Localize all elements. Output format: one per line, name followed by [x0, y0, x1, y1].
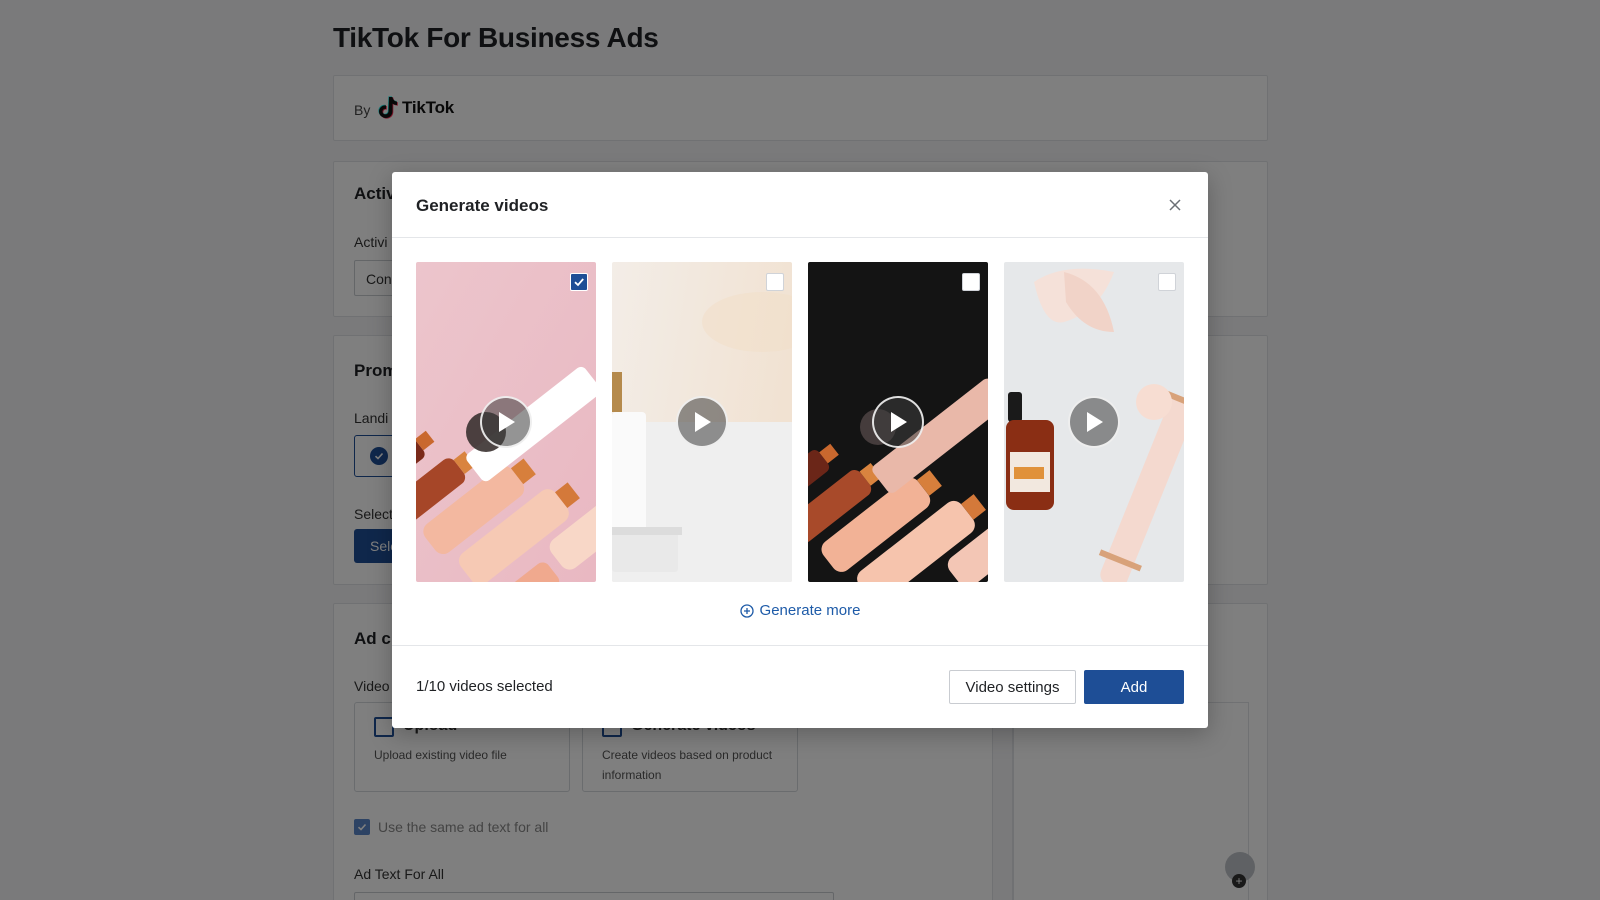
generate-more-link[interactable]: Generate more — [392, 602, 1208, 619]
generate-more-label: Generate more — [759, 602, 861, 619]
video-checkbox[interactable] — [766, 273, 784, 291]
video-card[interactable] — [808, 262, 988, 582]
modal-title: Generate videos — [416, 196, 549, 215]
video-checkbox[interactable] — [1158, 273, 1176, 291]
check-icon — [574, 278, 584, 287]
video-card[interactable] — [416, 262, 596, 582]
modal-footer: 1/10 videos selected Video settings Add — [392, 645, 1208, 728]
close-icon — [1169, 199, 1181, 211]
play-icon[interactable] — [1068, 396, 1120, 448]
video-grid — [416, 262, 1184, 582]
add-button-label: Add — [1120, 678, 1148, 696]
generate-videos-modal: Generate videos Generate more 1/10 video… — [392, 172, 1208, 728]
add-button[interactable]: Add — [1084, 670, 1184, 704]
video-card[interactable] — [1004, 262, 1184, 582]
close-button[interactable] — [1164, 194, 1186, 216]
video-checkbox[interactable] — [570, 273, 588, 291]
video-settings-label: Video settings — [965, 678, 1060, 696]
plus-circle-icon — [739, 603, 754, 618]
play-icon[interactable] — [480, 396, 532, 448]
play-icon[interactable] — [872, 396, 924, 448]
video-settings-button[interactable]: Video settings — [949, 670, 1076, 704]
video-card[interactable] — [612, 262, 792, 582]
modal-header: Generate videos — [392, 172, 1208, 238]
video-checkbox[interactable] — [962, 273, 980, 291]
selected-count: 1/10 videos selected — [416, 678, 553, 695]
play-icon[interactable] — [676, 396, 728, 448]
